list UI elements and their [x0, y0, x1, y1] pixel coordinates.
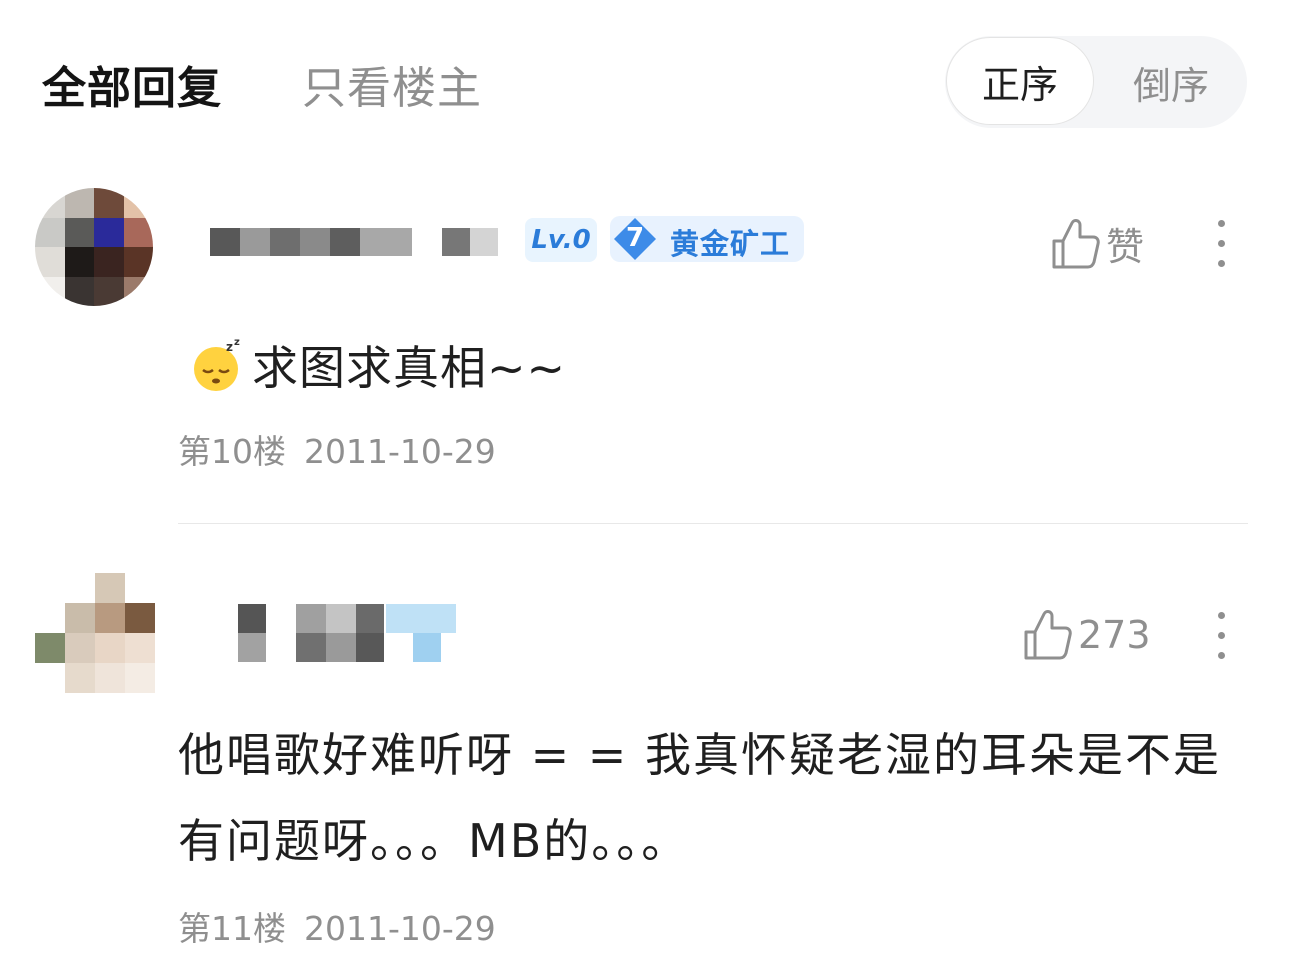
like-label: 赞 [1106, 225, 1145, 269]
svg-text:z: z [234, 337, 240, 348]
sort-toggle: 正序 倒序 [945, 36, 1247, 128]
floor-number: 第10楼 [178, 432, 286, 471]
thumbs-up-icon [1024, 610, 1072, 660]
rank-badge: 7 黄金矿工 [610, 216, 804, 262]
more-vertical-icon[interactable] [1216, 612, 1228, 662]
sort-desc-button[interactable]: 倒序 [1097, 36, 1245, 128]
sort-asc-button[interactable]: 正序 [946, 37, 1094, 125]
level-badge: Lv.0 [525, 218, 597, 262]
comment-content: z z 求图求真相~~ [190, 330, 566, 400]
rank-title: 黄金矿工 [670, 227, 791, 261]
like-count: 273 [1078, 613, 1151, 657]
comment-text: 他唱歌好难听呀 = = 我真怀疑老湿的耳朵是不是有问题呀。。。MB的。。。 [178, 728, 1221, 868]
tab-all-replies[interactable]: 全部回复 [42, 52, 222, 116]
thumbs-up-icon [1052, 218, 1100, 268]
sleepy-face-emoji: z z [194, 337, 240, 391]
tab-op-only[interactable]: 只看楼主 [302, 52, 482, 116]
avatar[interactable] [35, 573, 155, 693]
comment-text: 求图求真相~~ [252, 341, 567, 395]
like-button[interactable]: 273 [1022, 608, 1151, 662]
like-button[interactable]: 赞 [1050, 216, 1144, 271]
rank-number: 7 [626, 223, 645, 253]
comment-date: 2011-10-29 [304, 909, 496, 948]
comment-date: 2011-10-29 [304, 432, 496, 471]
svg-text:z: z [226, 340, 233, 354]
avatar[interactable] [35, 188, 153, 306]
floor-number: 第11楼 [178, 909, 286, 948]
comment-meta: 第10楼 2011-10-29 [178, 425, 496, 473]
divider [178, 523, 1248, 524]
username-redacted[interactable] [210, 228, 510, 256]
more-vertical-icon[interactable] [1216, 220, 1228, 270]
username-redacted[interactable] [238, 604, 468, 662]
comment-meta: 第11楼 2011-10-29 [178, 902, 496, 950]
